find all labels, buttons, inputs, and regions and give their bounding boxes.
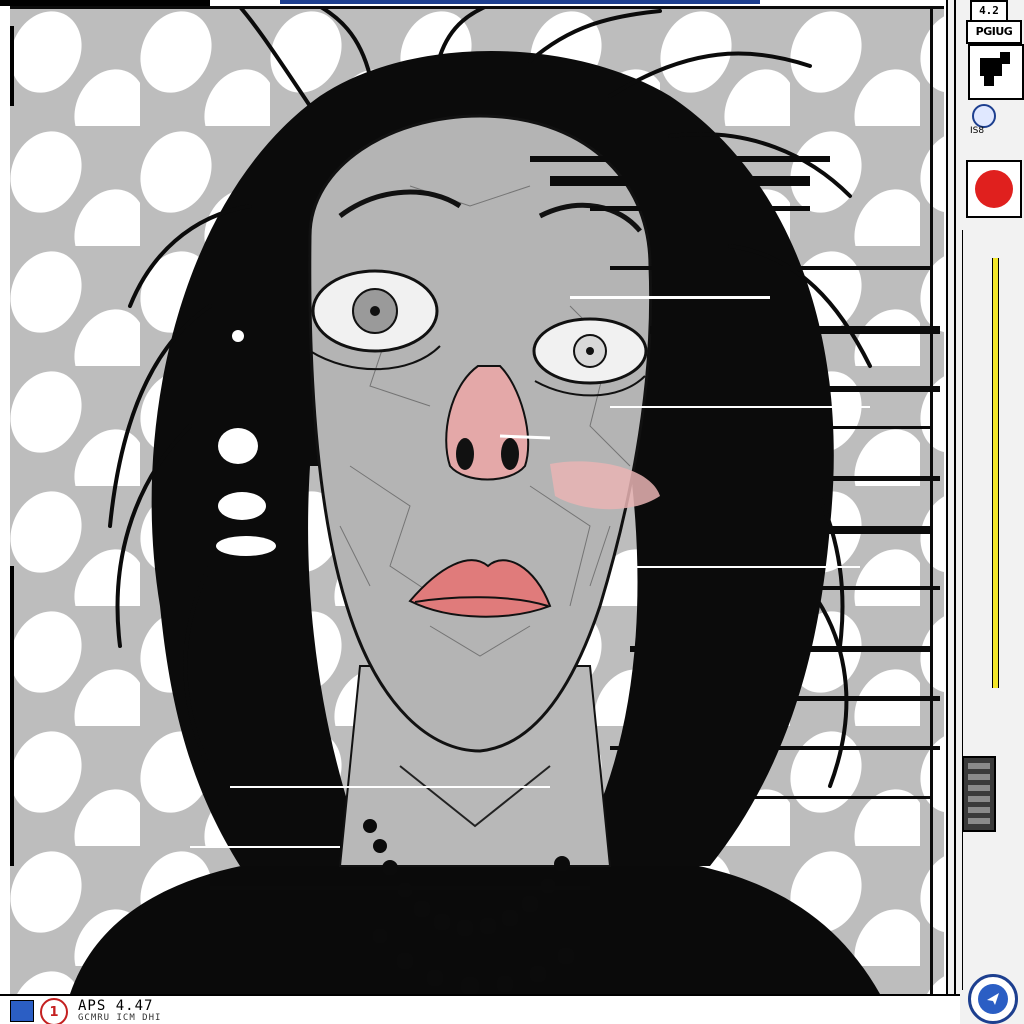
knob-label: IS8 — [970, 126, 985, 136]
alert-badge-icon[interactable]: 1 — [40, 998, 68, 1024]
sidebar-rule — [962, 230, 963, 990]
left-edge-bar — [10, 566, 14, 866]
glitch-portrait-illustration — [10, 6, 944, 994]
top-accent-strip — [280, 0, 760, 4]
right-sidebar: 4.2 PGIUG IS8 — [946, 0, 1024, 1024]
settings-knob-icon[interactable] — [972, 104, 996, 128]
artwork-canvas — [10, 6, 944, 994]
chip-icon — [962, 756, 996, 832]
app-icon[interactable] — [10, 1000, 34, 1022]
navigation-arrow-icon — [987, 993, 999, 1005]
navigation-arrow-button[interactable] — [968, 974, 1018, 1024]
record-icon — [975, 170, 1013, 208]
slider-track[interactable] — [992, 258, 999, 688]
status-bar: 1 APS 4.47 GCMRU ICM DHI — [0, 994, 960, 1024]
sidebar-rule — [954, 0, 956, 1024]
sidebar-label: PGIUG — [966, 20, 1022, 44]
status-app-code: APS 4.47 — [78, 998, 154, 1014]
alert-badge-count: 1 — [49, 1004, 59, 1020]
status-sub-text: GCMRU ICM DHI — [78, 1013, 162, 1023]
sidebar-code: 4.2 — [970, 0, 1008, 22]
record-button[interactable] — [966, 160, 1022, 218]
left-edge-bar — [10, 26, 14, 106]
monitor-icon[interactable] — [968, 44, 1024, 100]
app-window: 4.2 PGIUG IS8 1 APS 4.47 GCMRU ICM DHI — [0, 0, 1024, 1024]
